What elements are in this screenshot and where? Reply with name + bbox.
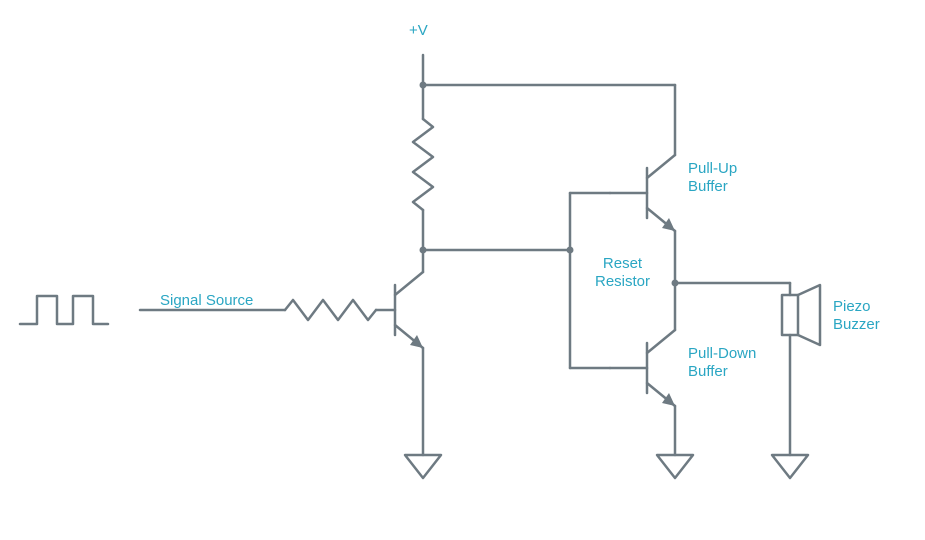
- resistor-collector: [413, 119, 433, 210]
- ground-icon: [657, 455, 693, 478]
- transistor-q2-pullup: [610, 155, 675, 231]
- label-reset-resistor: ResetResistor: [585, 255, 660, 291]
- label-signal-source: Signal Source: [160, 292, 253, 310]
- transistor-q1-npn: [395, 272, 423, 348]
- resistor-base: [285, 300, 376, 320]
- circuit-schematic: [0, 0, 925, 540]
- square-wave-icon: [20, 296, 108, 324]
- ground-icon: [772, 455, 808, 478]
- label-piezo-buzzer: Piezo Buzzer: [833, 298, 880, 334]
- label-pull-up-buffer: Pull-Up Buffer: [688, 160, 737, 196]
- label-supply: +V: [409, 22, 428, 40]
- ground-icon: [405, 455, 441, 478]
- label-pull-down-buffer: Pull-Down Buffer: [688, 345, 756, 381]
- transistor-q3-pulldown: [610, 330, 675, 406]
- piezo-buzzer-icon: [782, 285, 820, 345]
